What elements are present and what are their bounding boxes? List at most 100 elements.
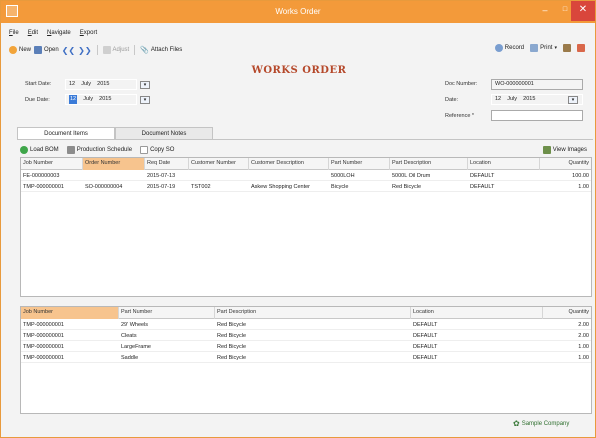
copy-so-button[interactable]: Copy SO bbox=[140, 146, 174, 154]
print-button[interactable]: Print ▾ bbox=[530, 44, 557, 52]
quantity-cell: 2.00 bbox=[578, 333, 589, 339]
close-icon[interactable]: ✕ bbox=[571, 1, 595, 21]
company-icon: ✿ bbox=[513, 419, 520, 428]
doc-number-label: Doc Number: bbox=[445, 81, 478, 87]
quantity-cell: 1.00 bbox=[578, 184, 589, 190]
due-date-year: 2015 bbox=[99, 96, 112, 102]
quantity-cell: 1.00 bbox=[578, 344, 589, 350]
job-number-cell: TMP-000000001 bbox=[23, 322, 64, 328]
tools-button[interactable] bbox=[563, 44, 571, 52]
menu-navigate[interactable]: Navigate bbox=[47, 30, 71, 40]
load-bom-icon bbox=[20, 146, 28, 154]
view-images-label: View Images bbox=[552, 147, 587, 153]
new-button[interactable]: New bbox=[9, 46, 31, 54]
column-header[interactable]: Quantity bbox=[540, 158, 591, 170]
record-label: Record bbox=[504, 45, 525, 51]
customer-description-cell: Askew Shopping Center bbox=[251, 184, 311, 190]
customer-number-cell bbox=[189, 171, 249, 181]
table-row[interactable]: FE-000000003 2015-07-13 5000LOH 5000L Oi… bbox=[21, 171, 591, 181]
location-cell: DEFAULT bbox=[413, 344, 438, 350]
record-button[interactable]: Record bbox=[494, 44, 525, 52]
forward-arrow-icon: ❯❯ bbox=[78, 45, 92, 55]
part-number-cell: 5000LOH bbox=[331, 173, 355, 179]
title-bar[interactable]: Works Order – □ ✕ bbox=[1, 1, 595, 23]
part-description-cell: Red Bicycle bbox=[217, 322, 247, 328]
job-number-cell: TMP-000000001 bbox=[23, 355, 64, 361]
due-date-day: 12 bbox=[69, 95, 78, 104]
column-header[interactable]: Quantity bbox=[543, 307, 591, 319]
order-number-cell bbox=[83, 171, 145, 181]
order-number-cell: SO-000000004 bbox=[85, 184, 123, 190]
menu-file[interactable]: File bbox=[9, 30, 19, 40]
grid-view-button[interactable] bbox=[577, 44, 585, 52]
start-date-field[interactable]: 12 July 2015 bbox=[65, 79, 137, 90]
column-header[interactable]: Req Date bbox=[145, 158, 189, 170]
production-schedule-icon bbox=[66, 146, 75, 154]
doc-number-field[interactable]: WO-000000001 bbox=[491, 79, 583, 90]
start-date-label: Start Date: bbox=[25, 81, 52, 87]
date-day: 12 bbox=[495, 96, 502, 102]
attach-files-label: Attach Files bbox=[150, 47, 183, 53]
toolbar-divider bbox=[134, 45, 136, 55]
part-description-cell: Red Bicycle bbox=[217, 344, 247, 350]
attach-files-button[interactable]: 📎 Attach Files bbox=[140, 46, 182, 54]
column-header[interactable]: Customer Number bbox=[189, 158, 249, 170]
right-toolbar: Record Print ▾ bbox=[494, 44, 585, 52]
column-header[interactable]: Part Description bbox=[390, 158, 468, 170]
company-status[interactable]: ✿ Sample Company bbox=[513, 419, 569, 428]
reference-input[interactable] bbox=[491, 110, 583, 121]
job-number-cell: FE-000000003 bbox=[23, 173, 60, 179]
due-date-field[interactable]: 12 July 2015 bbox=[65, 94, 137, 105]
start-date-calendar-icon[interactable]: ▾ bbox=[140, 81, 150, 89]
column-header[interactable]: Part Description bbox=[215, 307, 411, 319]
due-date-calendar-icon[interactable]: ▾ bbox=[140, 96, 150, 104]
column-header[interactable]: Part Number bbox=[119, 307, 215, 319]
page-title: WORKS ORDER bbox=[251, 65, 347, 76]
table-row[interactable]: TMP-000000001 Cleats Red Bicycle DEFAULT… bbox=[21, 331, 591, 341]
main-toolbar: New Open ❮❮ ❯❯ Adjust 📎 Attach Files bbox=[9, 44, 182, 56]
menu-edit[interactable]: Edit bbox=[28, 30, 38, 40]
back-button[interactable]: ❮❮ bbox=[62, 46, 75, 55]
location-cell: DEFAULT bbox=[413, 322, 438, 328]
column-header[interactable]: Job Number bbox=[21, 307, 119, 319]
production-schedule-button[interactable]: Production Schedule bbox=[66, 146, 132, 154]
company-name: Sample Company bbox=[521, 420, 570, 427]
bom-parts-table: Job Number Part Number Part Description … bbox=[20, 306, 592, 414]
part-number-cell: Bicycle bbox=[331, 184, 349, 190]
column-header[interactable]: Location bbox=[411, 307, 543, 319]
part-number-cell: Saddle bbox=[121, 355, 139, 361]
date-month: July bbox=[507, 96, 518, 102]
menu-export[interactable]: Export bbox=[80, 30, 97, 40]
open-button[interactable]: Open bbox=[34, 46, 59, 54]
toolbar-divider bbox=[96, 45, 98, 55]
table-row[interactable]: TMP-000000001 SO-000000004 2015-07-19 TS… bbox=[21, 182, 591, 192]
table-row[interactable]: TMP-000000001 29' Wheels Red Bicycle DEF… bbox=[21, 320, 591, 330]
adjust-icon bbox=[102, 46, 111, 54]
view-images-button[interactable]: View Images bbox=[542, 146, 587, 154]
binoculars-icon bbox=[34, 46, 43, 54]
record-icon bbox=[494, 44, 503, 52]
column-header[interactable]: Location bbox=[468, 158, 540, 170]
window-title: Works Order bbox=[275, 7, 321, 16]
items-toolbar: Load BOM Production Schedule Copy SO bbox=[20, 146, 174, 154]
column-header[interactable]: Customer Description bbox=[249, 158, 329, 170]
printer-icon bbox=[530, 44, 539, 52]
column-header[interactable]: Order Number bbox=[83, 158, 145, 170]
location-cell: DEFAULT bbox=[470, 173, 495, 179]
forward-button[interactable]: ❯❯ bbox=[78, 46, 91, 55]
date-calendar-icon[interactable]: ▾ bbox=[568, 96, 578, 104]
column-header[interactable]: Job Number bbox=[21, 158, 83, 170]
table-header: Job Number Order Number Req Date Custome… bbox=[21, 158, 591, 170]
image-icon bbox=[542, 146, 551, 154]
adjust-button[interactable]: Adjust bbox=[102, 46, 129, 54]
table-row[interactable]: TMP-000000001 Saddle Red Bicycle DEFAULT… bbox=[21, 353, 591, 363]
part-description-cell: Red Bicycle bbox=[392, 184, 422, 190]
column-header[interactable]: Part Number bbox=[329, 158, 390, 170]
table-row[interactable]: TMP-000000001 LargeFrame Red Bicycle DEF… bbox=[21, 342, 591, 352]
due-date-month: July bbox=[83, 96, 94, 102]
menu-bar: File Edit Navigate Export bbox=[9, 30, 97, 40]
open-label: Open bbox=[44, 47, 59, 53]
reference-label: Reference * bbox=[445, 113, 475, 119]
tools-icon bbox=[563, 44, 571, 52]
load-bom-button[interactable]: Load BOM bbox=[20, 146, 59, 154]
